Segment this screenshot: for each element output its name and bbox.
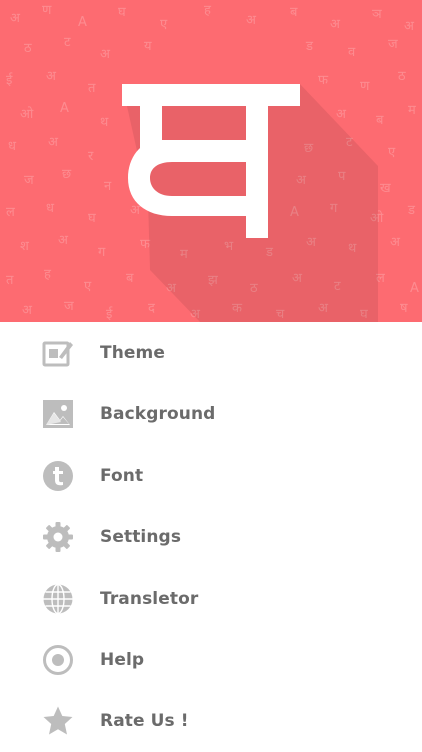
star-icon	[41, 704, 75, 738]
menu-item-settings[interactable]: Settings	[0, 506, 422, 568]
menu-item-label: Settings	[100, 527, 182, 547]
gear-icon	[41, 520, 75, 554]
menu-item-rate-us[interactable]: Rate Us !	[0, 690, 422, 752]
menu-item-label: Transletor	[100, 589, 199, 609]
globe-icon	[41, 582, 75, 616]
menu-item-theme[interactable]: Theme	[0, 322, 422, 384]
menu-item-translator[interactable]: Transletor	[0, 568, 422, 630]
menu-item-label: Help	[100, 650, 145, 670]
side-menu: Theme Background Font Settings Transleto…	[0, 322, 422, 750]
menu-item-font[interactable]: Font	[0, 445, 422, 507]
menu-item-label: Font	[100, 466, 144, 486]
menu-item-help[interactable]: Help	[0, 629, 422, 691]
menu-item-label: Background	[100, 404, 216, 424]
theme-icon	[41, 336, 75, 370]
font-t-icon	[41, 459, 75, 493]
menu-item-label: Theme	[100, 343, 165, 363]
hindi-ma-logo	[122, 84, 378, 322]
menu-item-background[interactable]: Background	[0, 383, 422, 445]
image-icon	[41, 397, 75, 431]
help-circle-icon	[41, 643, 75, 677]
header-banner: अणAघएहअबअञअ ठटअयडवज ईअतफणठ ओAथअबम धअरछटए…	[0, 0, 422, 322]
menu-item-label: Rate Us !	[100, 711, 189, 731]
